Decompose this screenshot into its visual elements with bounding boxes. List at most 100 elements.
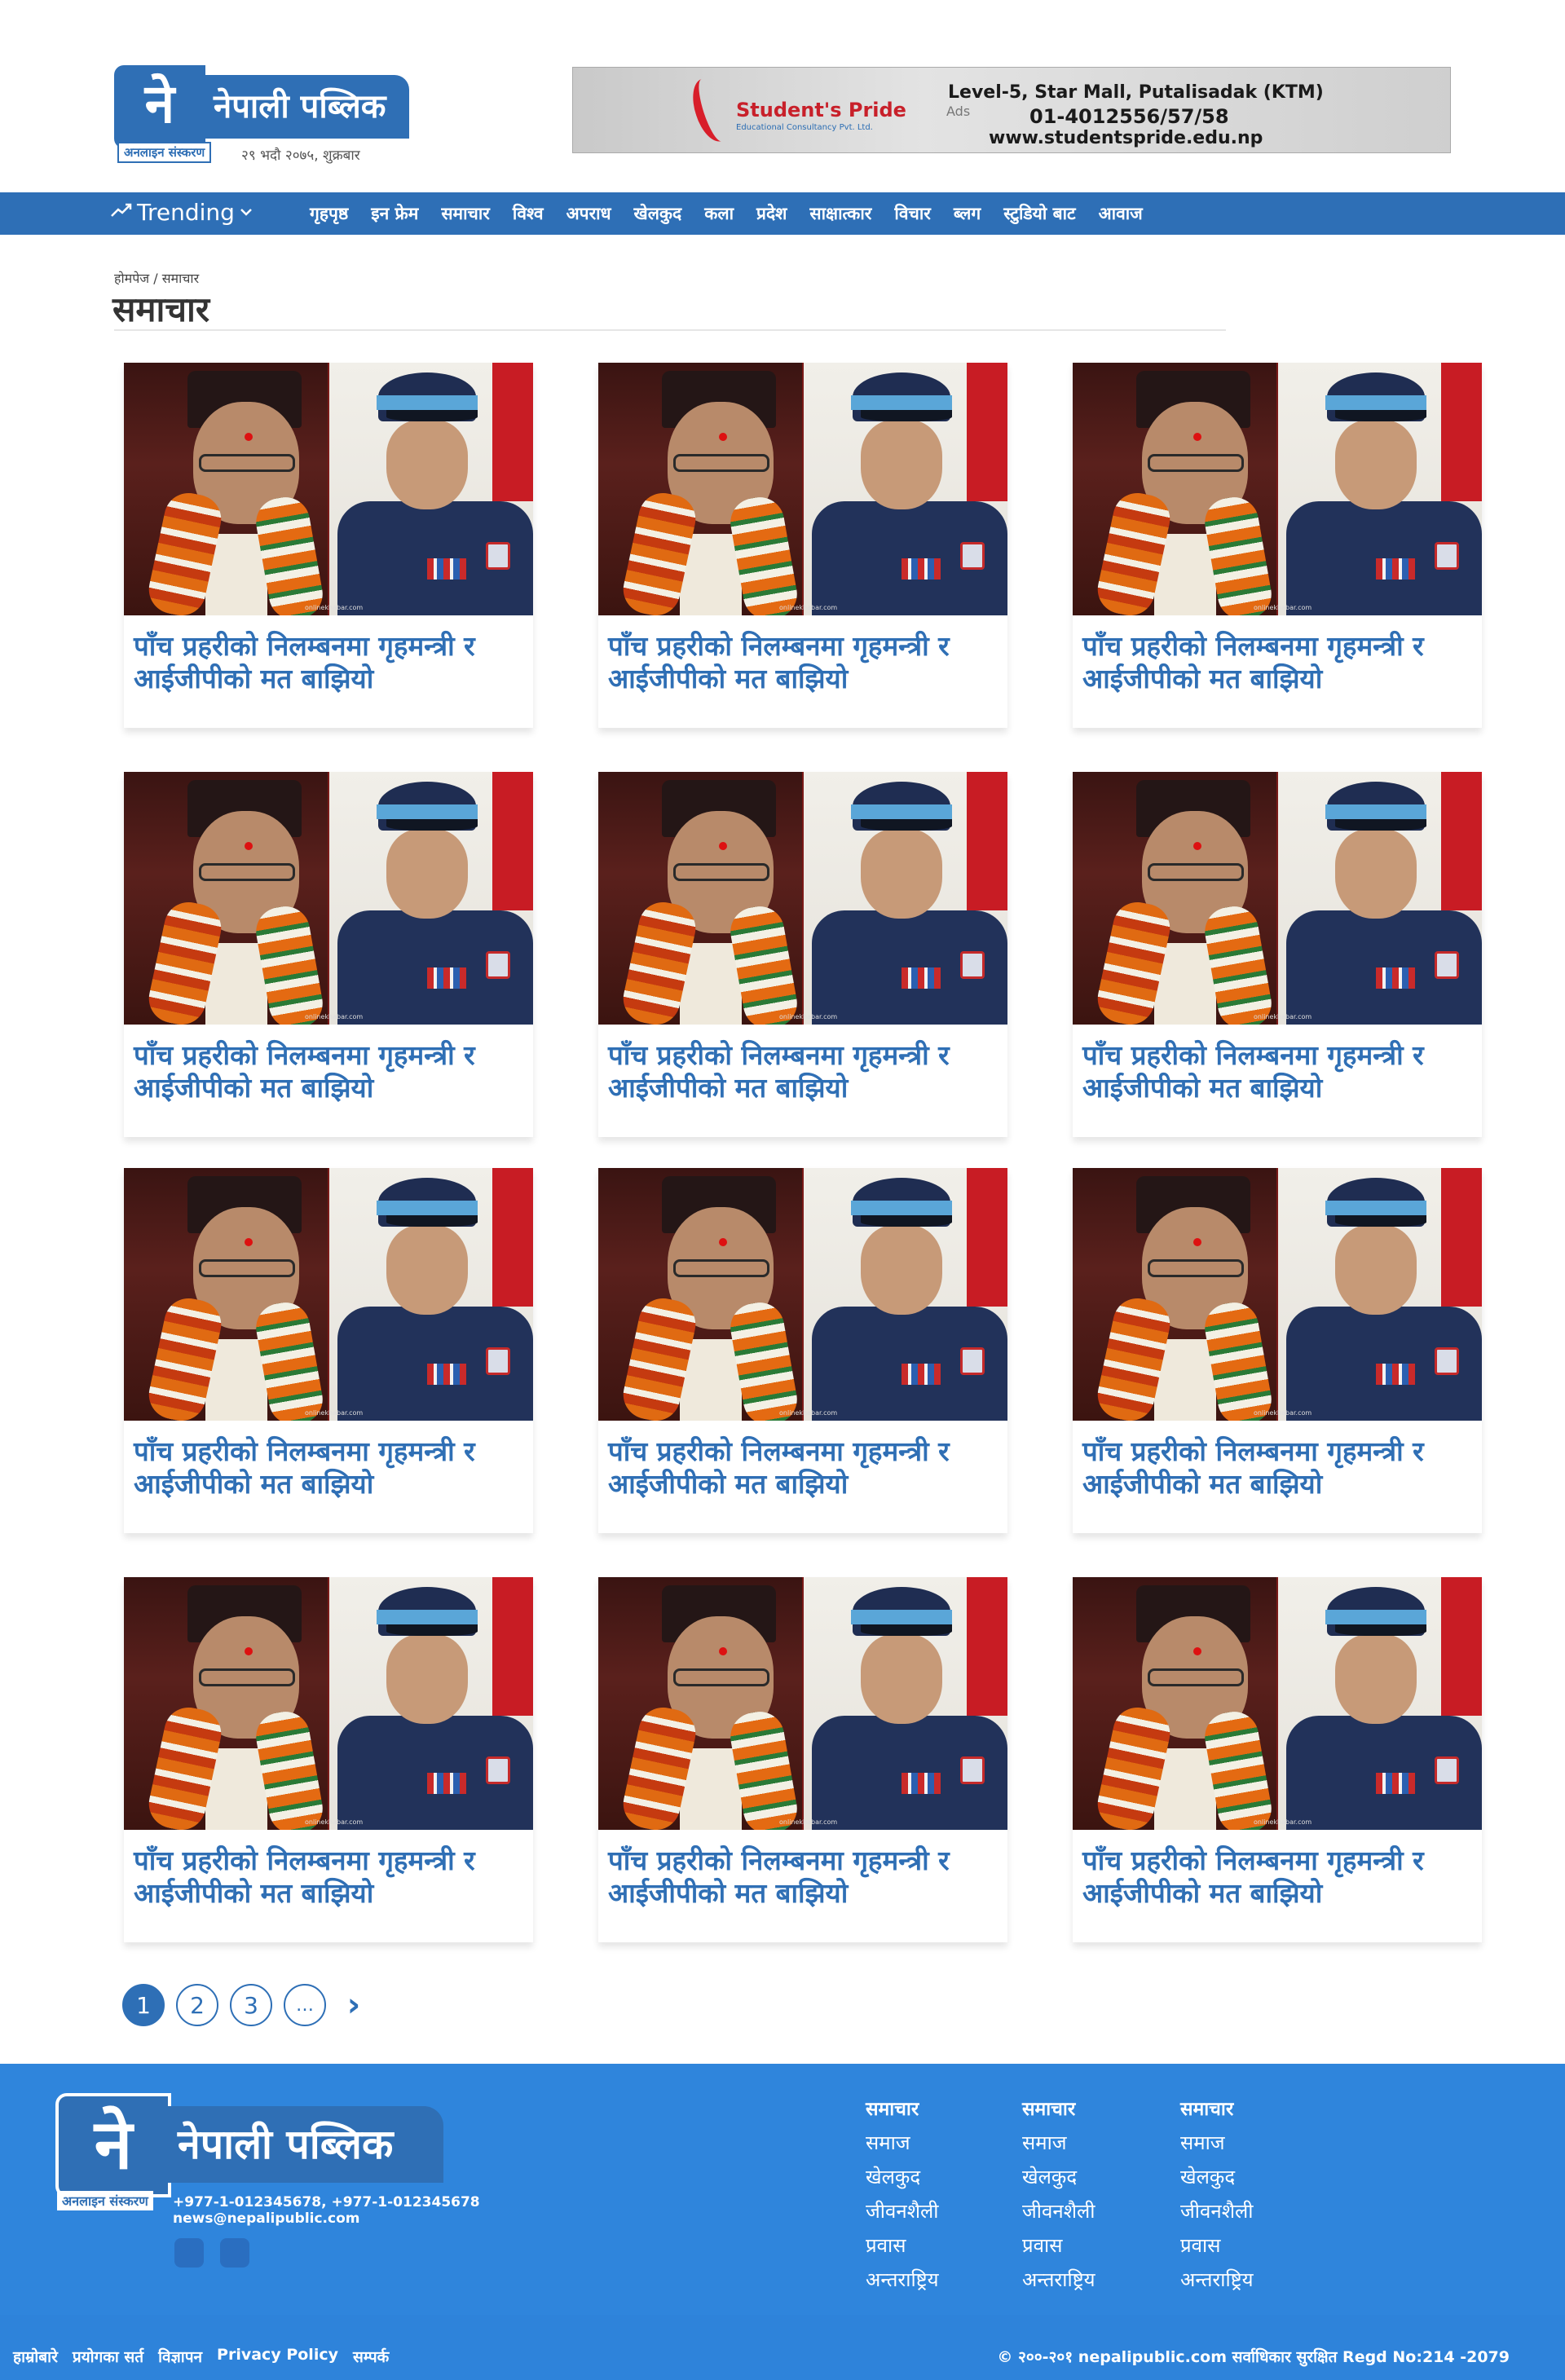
article-thumbnail[interactable]: onlinekhabar.com [124,1577,533,1830]
footer-link[interactable]: समाज [1180,2126,1327,2160]
article-thumbnail[interactable]: onlinekhabar.com [124,1168,533,1421]
article-card[interactable]: onlinekhabar.com पाँच प्रहरीको निलम्बनमा … [1073,1577,1482,1942]
article-card[interactable]: onlinekhabar.com पाँच प्रहरीको निलम्बनमा … [1073,363,1482,728]
thumbnail-person-right [804,772,1007,1025]
article-thumbnail[interactable]: onlinekhabar.com [1073,363,1482,615]
nav-item-blog[interactable]: ब्लग [942,202,992,225]
footer-logo-subtitle: अनलाइन संस्करण [57,2191,153,2210]
thumbnail-person-left [1073,1577,1276,1830]
article-card[interactable]: onlinekhabar.com पाँच प्रहरीको निलम्बनमा … [124,1577,533,1942]
nav-item-world[interactable]: विश्व [501,202,555,225]
nav-item-opinion[interactable]: विचार [883,202,941,225]
article-card[interactable]: onlinekhabar.com पाँच प्रहरीको निलम्बनमा … [598,363,1007,728]
nav-item-voice[interactable]: आवाज [1087,202,1154,225]
nav-item-interview[interactable]: साक्षात्कार [798,202,883,225]
article-thumbnail[interactable]: onlinekhabar.com [1073,1577,1482,1830]
footer-email[interactable]: news@nepalipublic.com [173,2210,359,2227]
footer-column-heading[interactable]: समाचार [1022,2095,1169,2121]
footer-link-advertise[interactable]: विज्ञापन [158,2346,202,2367]
nav-item-sports[interactable]: खेलकुद [623,202,694,225]
thumbnail-person-left [124,1168,328,1421]
article-thumbnail[interactable]: onlinekhabar.com [598,1577,1007,1830]
footer-link-terms[interactable]: प्रयोगका सर्त [73,2346,143,2367]
footer-link[interactable]: जीवनशैली [1180,2194,1327,2228]
footer-link[interactable]: प्रवास [866,2228,1012,2263]
footer-link[interactable]: अन्तराष्ट्रिय [1180,2263,1327,2297]
article-title[interactable]: पाँच प्रहरीको निलम्बनमा गृहमन्त्री र आईज… [1082,630,1474,695]
thumbnail-watermark: onlinekhabar.com [1254,1409,1312,1417]
article-card[interactable]: onlinekhabar.com पाँच प्रहरीको निलम्बनमा … [598,1577,1007,1942]
header-ad-banner[interactable]: Student's Pride Educational Consultancy … [572,67,1451,153]
footer-link[interactable]: खेलकुद [866,2160,1012,2194]
footer-link[interactable]: जीवनशैली [866,2194,1012,2228]
article-card[interactable]: onlinekhabar.com पाँच प्रहरीको निलम्बनमा … [124,1168,533,1533]
footer-link[interactable]: खेलकुद [1022,2160,1169,2194]
footer-logo-mark[interactable]: ने [55,2093,171,2197]
article-card[interactable]: onlinekhabar.com पाँच प्रहरीको निलम्बनमा … [598,1168,1007,1533]
ad-address: Level-5, Star Mall, Putalisadak (KTM) [948,82,1324,103]
logo-name: नेपाली पब्लिक [202,75,409,139]
page-button-1[interactable]: 1 [122,1984,165,2026]
chevron-right-icon[interactable]: › [337,1986,370,2024]
nav-item-home[interactable]: गृहपृष्ठ [298,202,359,225]
footer-link[interactable]: समाज [1022,2126,1169,2160]
page-button-3[interactable]: 3 [230,1984,272,2026]
main-nav: Trending गृहपृष्ठ इन फ्रेम समाचार विश्व … [0,192,1565,235]
article-card[interactable]: onlinekhabar.com पाँच प्रहरीको निलम्बनमा … [124,363,533,728]
page-button-more[interactable]: … [284,1984,326,2026]
trending-dropdown[interactable]: Trending [111,199,253,226]
article-card[interactable]: onlinekhabar.com पाँच प्रहरीको निलम्बनमा … [124,772,533,1137]
nav-item-crime[interactable]: अपराध [555,202,623,225]
page-button-2[interactable]: 2 [176,1984,218,2026]
footer-link[interactable]: जीवनशैली [1022,2194,1169,2228]
article-thumbnail[interactable]: onlinekhabar.com [598,772,1007,1025]
breadcrumb[interactable]: होमपेज / समाचार [114,269,199,287]
article-title[interactable]: पाँच प्रहरीको निलम्बनमा गृहमन्त्री र आईज… [608,630,999,695]
article-title[interactable]: पाँच प्रहरीको निलम्बनमा गृहमन्त्री र आईज… [134,1435,525,1501]
footer-logo-name[interactable]: नेपाली पब्लिक [168,2106,443,2183]
article-thumbnail[interactable]: onlinekhabar.com [124,363,533,615]
article-thumbnail[interactable]: onlinekhabar.com [598,1168,1007,1421]
twitter-icon[interactable] [220,2238,249,2268]
footer-link[interactable]: प्रवास [1180,2228,1327,2263]
ad-brand-sub: Educational Consultancy Pvt. Ltd. [736,123,873,132]
thumbnail-watermark: onlinekhabar.com [305,604,364,611]
article-thumbnail[interactable]: onlinekhabar.com [124,772,533,1025]
article-title[interactable]: पाँच प्रहरीको निलम्बनमा गृहमन्त्री र आईज… [1082,1039,1474,1104]
trending-label: Trending [137,199,235,226]
article-thumbnail[interactable]: onlinekhabar.com [1073,772,1482,1025]
article-card[interactable]: onlinekhabar.com पाँच प्रहरीको निलम्बनमा … [1073,1168,1482,1533]
footer-link[interactable]: समाज [866,2126,1012,2160]
article-card[interactable]: onlinekhabar.com पाँच प्रहरीको निलम्बनमा … [598,772,1007,1137]
nav-item-in-frame[interactable]: इन फ्रेम [359,202,430,225]
footer-link[interactable]: अन्तराष्ट्रिय [866,2263,1012,2297]
article-title[interactable]: पाँच प्रहरीको निलम्बनमा गृहमन्त्री र आईज… [608,1844,999,1910]
footer-link[interactable]: प्रवास [1022,2228,1169,2263]
thumbnail-watermark: onlinekhabar.com [779,604,838,611]
nav-item-news[interactable]: समाचार [430,202,501,225]
article-title[interactable]: पाँच प्रहरीको निलम्बनमा गृहमन्त्री र आईज… [134,1844,525,1910]
thumbnail-person-right [329,363,533,615]
page-title: समाचार [112,289,210,329]
nav-item-studio[interactable]: स्टुडियो बाट [992,202,1087,225]
footer-column-heading[interactable]: समाचार [866,2095,1012,2121]
article-title[interactable]: पाँच प्रहरीको निलम्बनमा गृहमन्त्री र आईज… [1082,1844,1474,1910]
article-thumbnail[interactable]: onlinekhabar.com [598,363,1007,615]
article-card[interactable]: onlinekhabar.com पाँच प्रहरीको निलम्बनमा … [1073,772,1482,1137]
footer-column-heading[interactable]: समाचार [1180,2095,1327,2121]
article-title[interactable]: पाँच प्रहरीको निलम्बनमा गृहमन्त्री र आईज… [1082,1435,1474,1501]
footer-link[interactable]: खेलकुद [1180,2160,1327,2194]
footer-link-privacy[interactable]: Privacy Policy [217,2346,338,2367]
facebook-icon[interactable] [174,2238,204,2268]
article-title[interactable]: पाँच प्रहरीको निलम्बनमा गृहमन्त्री र आईज… [608,1039,999,1104]
article-thumbnail[interactable]: onlinekhabar.com [1073,1168,1482,1421]
nav-item-province[interactable]: प्रदेश [745,202,798,225]
footer-link-about[interactable]: हाम्रोबारे [13,2346,58,2367]
logo-mark: ने [114,65,205,148]
footer-link[interactable]: अन्तराष्ट्रिय [1022,2263,1169,2297]
article-title[interactable]: पाँच प्रहरीको निलम्बनमा गृहमन्त्री र आईज… [134,1039,525,1104]
nav-item-arts[interactable]: कला [693,202,745,225]
footer-link-contact[interactable]: सम्पर्क [353,2346,389,2367]
article-title[interactable]: पाँच प्रहरीको निलम्बनमा गृहमन्त्री र आईज… [134,630,525,695]
article-title[interactable]: पाँच प्रहरीको निलम्बनमा गृहमन्त्री र आईज… [608,1435,999,1501]
